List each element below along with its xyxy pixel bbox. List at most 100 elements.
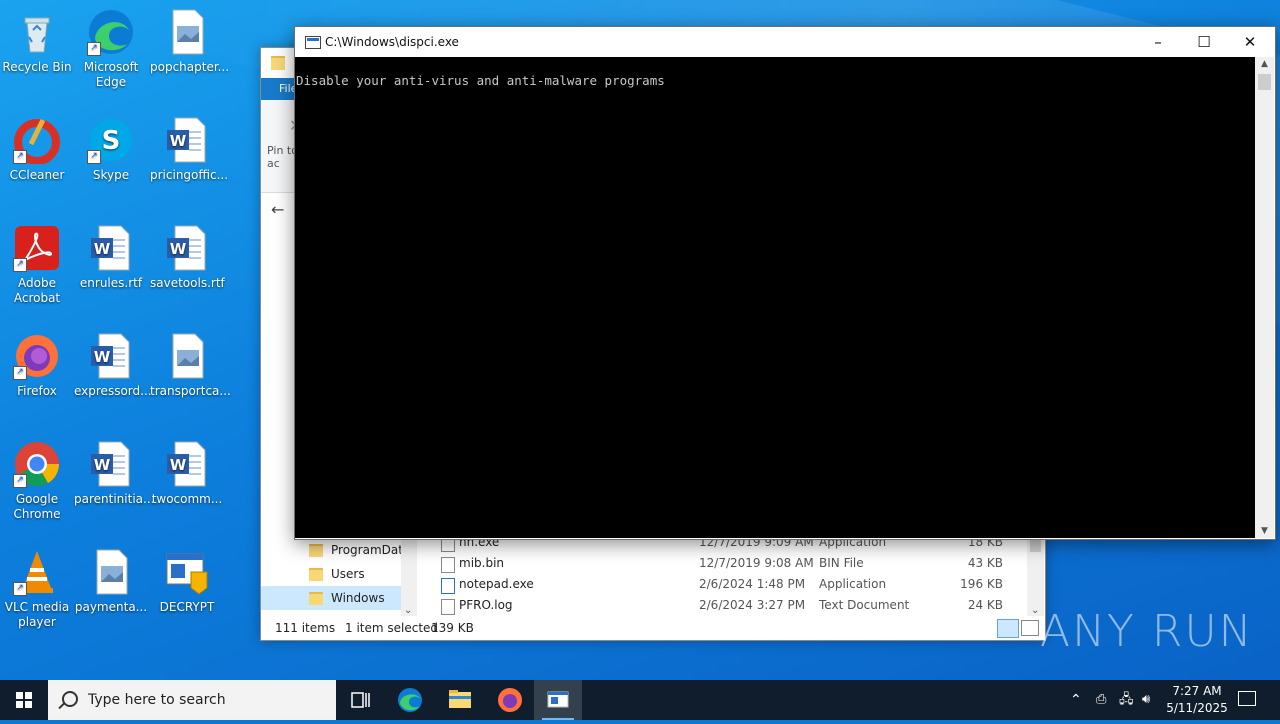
file-type: Text Document bbox=[819, 598, 910, 612]
file-size: 24 KB bbox=[967, 598, 1003, 612]
desktop-icon-recycle-bin[interactable]: Recycle Bin bbox=[0, 8, 74, 75]
file-date: 2/6/2024 1:48 PM bbox=[699, 577, 806, 591]
desktop-icon-google-chrome[interactable]: ↗ Google Chrome bbox=[0, 440, 74, 522]
taskbar-edge[interactable] bbox=[386, 680, 434, 720]
search-icon bbox=[62, 691, 78, 707]
desktop-icon-decrypt[interactable]: DECRYPT bbox=[150, 548, 224, 615]
notifications-icon[interactable] bbox=[1238, 691, 1256, 706]
icon-label: savetools.rtf bbox=[150, 276, 225, 290]
desktop-icon-vlc[interactable]: ↗ VLC media player bbox=[0, 548, 74, 630]
word-document-icon: W bbox=[87, 440, 135, 488]
taskbar-search-box[interactable]: Type here to search bbox=[48, 680, 336, 720]
file-date: 12/7/2019 9:08 AM bbox=[699, 556, 814, 570]
network-icon[interactable]: 🖧 bbox=[1119, 680, 1134, 720]
status-bar: 111 items 1 item selected 139 KB bbox=[261, 616, 1045, 640]
svg-text:W: W bbox=[170, 456, 187, 474]
vlc-icon: ↗ bbox=[13, 548, 61, 596]
meet-now-icon[interactable]: ⎙ bbox=[1096, 680, 1106, 720]
maximize-button[interactable]: ☐ bbox=[1181, 27, 1227, 57]
start-button[interactable] bbox=[0, 680, 48, 720]
desktop-icon-paymenta[interactable]: paymenta... bbox=[74, 548, 148, 615]
firefox-icon bbox=[498, 688, 522, 712]
taskbar-file-explorer[interactable] bbox=[436, 680, 484, 720]
volume-icon[interactable]: 🔊︎ bbox=[1142, 680, 1150, 720]
word-document-icon: W bbox=[163, 116, 211, 164]
file-row[interactable]: mib.bin 12/7/2019 9:08 AM BIN File 43 KB bbox=[437, 553, 1027, 574]
firefox-icon: ↗ bbox=[13, 332, 61, 380]
ccleaner-icon: ↗ bbox=[13, 116, 61, 165]
console-output-area[interactable]: Disable your anti-virus and anti-malware… bbox=[295, 57, 1255, 538]
chevron-up-icon[interactable]: ▲ bbox=[1255, 59, 1274, 69]
task-view-button[interactable] bbox=[336, 680, 384, 720]
desktop-icon-ccleaner[interactable]: ↗ CCleaner bbox=[0, 116, 74, 183]
chevron-down-icon[interactable]: ⌄ bbox=[404, 605, 412, 616]
window-title: C:\Windows\dispci.exe bbox=[325, 35, 459, 49]
edge-icon: ↗ bbox=[87, 8, 135, 56]
task-view-icon bbox=[351, 692, 370, 708]
taskbar-console[interactable] bbox=[534, 680, 582, 720]
icon-label: DECRYPT bbox=[159, 600, 215, 614]
folder-icon bbox=[309, 592, 323, 605]
icon-label: expressord... bbox=[74, 384, 152, 398]
file-row[interactable]: PFRO.log 2/6/2024 3:27 PM Text Document … bbox=[437, 595, 1027, 616]
console-window[interactable]: C:\Windows\dispci.exe – ☐ ✕ Disable your… bbox=[294, 26, 1276, 540]
windows-logo-icon bbox=[16, 692, 32, 708]
desktop-icon-popchapter[interactable]: popchapter... bbox=[150, 8, 229, 75]
file-list-scrollbar[interactable]: ⌄ bbox=[1027, 538, 1044, 616]
taskbar-firefox[interactable] bbox=[486, 680, 534, 720]
large-icons-view-icon[interactable] bbox=[1021, 620, 1039, 636]
back-arrow-icon[interactable]: ← bbox=[271, 200, 284, 219]
navigation-tree: ProgramData Users Windows bbox=[261, 538, 410, 610]
chevron-down-icon[interactable]: ⌄ bbox=[1031, 605, 1039, 616]
system-clock[interactable]: 7:27 AM 5/11/2025 bbox=[1162, 683, 1232, 717]
file-explorer-icon bbox=[449, 690, 471, 708]
desktop-icon-pricingoffic[interactable]: W pricingoffic... bbox=[150, 116, 229, 183]
desktop-icon-twocomm[interactable]: W twocomm... bbox=[150, 440, 224, 507]
svg-text:W: W bbox=[94, 348, 111, 366]
desktop-icon-skype[interactable]: S ↗ Skype bbox=[74, 116, 148, 183]
desktop-icon-microsoft-edge[interactable]: ↗ Microsoft Edge bbox=[74, 8, 148, 90]
desktop-icon-enrules[interactable]: W enrules.rtf bbox=[74, 224, 148, 291]
chevron-down-icon[interactable]: ▼ bbox=[1255, 526, 1274, 536]
file-size: 196 KB bbox=[960, 577, 1003, 591]
details-view-icon[interactable] bbox=[997, 619, 1019, 638]
desktop-icon-transportca[interactable]: transportca... bbox=[150, 332, 231, 399]
tree-scrollbar[interactable]: ⌄ bbox=[401, 538, 417, 616]
desktop-icon-expressord[interactable]: W expressord... bbox=[74, 332, 152, 399]
scroll-thumb[interactable] bbox=[1258, 74, 1271, 90]
show-hidden-icons-chevron-icon[interactable]: ⌃ bbox=[1070, 680, 1082, 720]
console-titlebar[interactable]: C:\Windows\dispci.exe – ☐ ✕ bbox=[295, 27, 1275, 57]
image-file-icon bbox=[87, 548, 135, 596]
desktop-icon-firefox[interactable]: ↗ Firefox bbox=[0, 332, 74, 399]
acrobat-icon: ↗ bbox=[13, 224, 61, 272]
console-message: Disable your anti-virus and anti-malware… bbox=[296, 73, 665, 88]
desktop-icon-adobe-acrobat[interactable]: ↗ Adobe Acrobat bbox=[0, 224, 74, 306]
icon-label: Microsoft Edge bbox=[83, 60, 139, 89]
text-file-icon bbox=[441, 599, 455, 615]
tree-item-windows[interactable]: Windows bbox=[261, 586, 401, 610]
minimize-button[interactable]: – bbox=[1135, 27, 1181, 57]
close-button[interactable]: ✕ bbox=[1227, 27, 1273, 57]
desktop-icon-parentinitia[interactable]: W parentinitia... bbox=[74, 440, 154, 507]
image-file-icon bbox=[163, 332, 211, 380]
file-row[interactable]: notepad.exe 2/6/2024 1:48 PM Application… bbox=[437, 574, 1027, 595]
skype-icon: S ↗ bbox=[87, 116, 135, 164]
word-document-icon: W bbox=[163, 440, 211, 488]
anyrun-watermark: ANY RUN bbox=[1040, 606, 1254, 657]
chrome-icon: ↗ bbox=[13, 440, 61, 488]
edge-icon bbox=[398, 688, 422, 712]
file-date: 2/6/2024 3:27 PM bbox=[699, 598, 806, 612]
file-name: notepad.exe bbox=[459, 577, 534, 591]
file-name: PFRO.log bbox=[459, 598, 513, 612]
scroll-thumb[interactable] bbox=[1030, 538, 1041, 552]
icon-label: CCleaner bbox=[9, 168, 65, 182]
tree-item-programdata[interactable]: ProgramData bbox=[261, 538, 410, 562]
word-document-icon: W bbox=[87, 332, 135, 380]
desktop-icon-savetools[interactable]: W savetools.rtf bbox=[150, 224, 225, 291]
console-scrollbar[interactable]: ▲ ▼ bbox=[1255, 57, 1274, 538]
tree-item-users[interactable]: Users bbox=[261, 562, 401, 586]
taskbar: Type here to search ⌃ ⎙ 🖧 🔊︎ 7:27 AM 5/1… bbox=[0, 680, 1280, 720]
icon-label: pricingoffic... bbox=[150, 168, 229, 182]
console-app-icon bbox=[547, 691, 569, 708]
icon-label: Adobe Acrobat bbox=[13, 276, 61, 305]
